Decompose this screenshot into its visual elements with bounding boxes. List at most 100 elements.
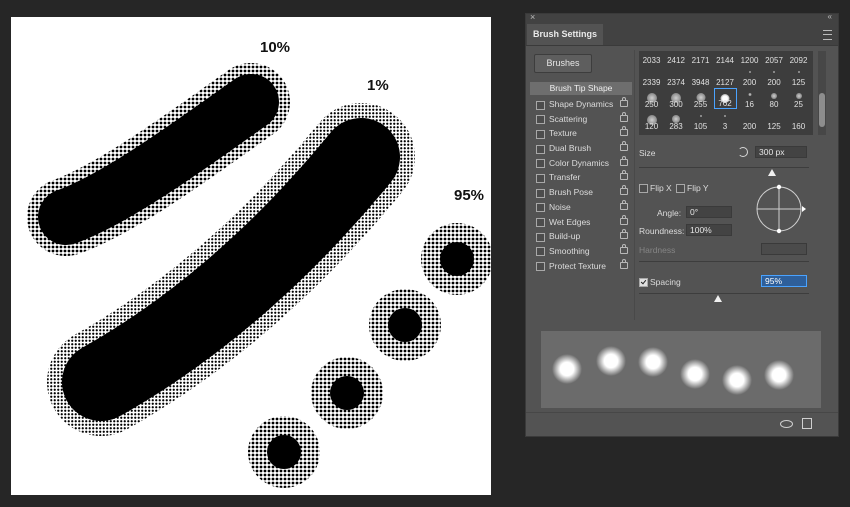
- hamburger-menu-icon[interactable]: [823, 30, 832, 40]
- option-dual-brush[interactable]: Dual Brush: [530, 141, 632, 156]
- size-slider-handle[interactable]: [768, 169, 776, 176]
- option-smoothing[interactable]: Smoothing: [530, 243, 632, 259]
- lock-icon[interactable]: [620, 126, 628, 137]
- option-label: Build-up: [549, 231, 581, 242]
- toggle-live-tip-preview-icon[interactable]: [780, 420, 793, 428]
- option-scattering[interactable]: Scattering: [530, 111, 632, 127]
- size-slider-track[interactable]: [639, 167, 809, 168]
- brush-preset[interactable]: 250: [640, 88, 663, 109]
- brush-preset[interactable]: 2339: [640, 66, 663, 87]
- brush-preset[interactable]: 125: [787, 66, 810, 87]
- option-checkbox[interactable]: [536, 247, 545, 257]
- brush-preset-grid[interactable]: 2033 2412 2171 2144 1200 2057 2092 2339 2374 3948…: [639, 51, 813, 135]
- tab-brush-settings[interactable]: Brush Settings: [527, 24, 604, 45]
- brush-preset[interactable]: 762: [713, 88, 737, 109]
- brush-preset[interactable]: 2412: [665, 51, 688, 65]
- option-checkbox[interactable]: [536, 232, 545, 242]
- document-canvas[interactable]: 10% 1% 95%: [11, 17, 491, 495]
- brush-preset[interactable]: 1200: [738, 51, 761, 65]
- panel-tab-row: Brush Settings: [526, 24, 838, 46]
- brush-preset[interactable]: 2092: [787, 51, 810, 65]
- brush-preset[interactable]: 255: [689, 88, 712, 109]
- brush-preset[interactable]: 2171: [689, 51, 712, 65]
- lock-icon[interactable]: [620, 214, 628, 225]
- scrollbar-thumb[interactable]: [819, 93, 825, 127]
- brush-stroke-preview: [541, 331, 821, 408]
- option-noise[interactable]: Noise: [530, 199, 632, 215]
- brush-preset[interactable]: 200: [738, 66, 761, 87]
- brush-preset[interactable]: 300: [665, 88, 688, 109]
- brush-preset[interactable]: 80: [763, 88, 786, 109]
- spacing-slider-handle[interactable]: [714, 295, 722, 302]
- brush-preset-size: 3: [722, 121, 728, 131]
- lock-icon[interactable]: [620, 111, 628, 122]
- lock-icon[interactable]: [620, 258, 628, 269]
- brush-preset[interactable]: 2374: [665, 66, 688, 87]
- option-brush-pose[interactable]: Brush Pose: [530, 185, 632, 200]
- brush-preset[interactable]: 283: [665, 110, 688, 131]
- option-checkbox[interactable]: [536, 129, 545, 139]
- roundness-field[interactable]: 100%: [686, 224, 732, 236]
- angle-field[interactable]: 0°: [686, 206, 732, 218]
- brush-preset[interactable]: 200: [763, 66, 786, 87]
- option-build-up[interactable]: Build-up: [530, 229, 632, 244]
- angle-roundness-widget[interactable]: [756, 180, 806, 238]
- spacing-checkbox[interactable]: [639, 278, 648, 287]
- lock-icon[interactable]: [620, 243, 628, 254]
- brush-preset[interactable]: 2144: [714, 51, 737, 65]
- option-checkbox[interactable]: [536, 159, 545, 169]
- brush-preset[interactable]: 16: [738, 88, 761, 109]
- close-icon[interactable]: ×: [530, 12, 535, 22]
- lock-icon[interactable]: [620, 170, 628, 181]
- option-checkbox[interactable]: [536, 173, 545, 183]
- lock-icon[interactable]: [620, 185, 628, 196]
- brush-preset[interactable]: 25: [787, 88, 810, 109]
- option-texture[interactable]: Texture: [530, 126, 632, 141]
- option-label: Shape Dynamics: [549, 99, 614, 109]
- option-wet-edges[interactable]: Wet Edges: [530, 214, 632, 230]
- brush-preset[interactable]: 2127: [714, 66, 737, 87]
- brush-preset[interactable]: 3: [714, 110, 737, 131]
- brush-preset-size: 80: [769, 99, 779, 109]
- reset-size-icon[interactable]: [738, 147, 748, 157]
- lock-icon[interactable]: [620, 229, 628, 240]
- option-checkbox[interactable]: [536, 115, 545, 125]
- flip-y-label: Flip Y: [687, 183, 709, 193]
- brush-preset[interactable]: 105: [689, 110, 712, 131]
- lock-icon[interactable]: [620, 155, 628, 166]
- collapse-icon[interactable]: «: [828, 12, 832, 21]
- size-field[interactable]: 300 px: [755, 146, 807, 158]
- option-checkbox[interactable]: [536, 203, 545, 213]
- brush-preset[interactable]: 200: [738, 110, 761, 131]
- brush-preset-size: 200: [767, 77, 781, 87]
- spacing-slider-track[interactable]: [639, 293, 809, 294]
- lock-icon[interactable]: [620, 141, 628, 152]
- flip-x-checkbox[interactable]: [639, 184, 648, 193]
- brush-preset[interactable]: 120: [640, 110, 663, 131]
- option-transfer[interactable]: Transfer: [530, 170, 632, 185]
- option-brush-tip-shape[interactable]: Brush Tip Shape: [530, 82, 632, 95]
- flip-y-checkbox[interactable]: [676, 184, 685, 193]
- option-shape-dynamics[interactable]: Shape Dynamics: [530, 97, 632, 112]
- brush-preset-size: 762: [718, 98, 732, 108]
- brush-preset[interactable]: 125: [763, 110, 786, 131]
- option-checkbox[interactable]: [536, 262, 545, 272]
- brush-preset[interactable]: 3948: [689, 66, 712, 87]
- brush-preset-size: 283: [669, 121, 683, 131]
- lock-icon[interactable]: [620, 199, 628, 210]
- lock-icon[interactable]: [620, 97, 628, 107]
- brushes-button[interactable]: Brushes: [534, 54, 592, 73]
- option-checkbox[interactable]: [536, 100, 545, 110]
- option-checkbox[interactable]: [536, 144, 545, 154]
- brush-preset[interactable]: 160: [787, 110, 810, 131]
- brush-preset[interactable]: 2057: [763, 51, 786, 65]
- spacing-field[interactable]: 95%: [761, 275, 807, 287]
- create-new-brush-icon[interactable]: [802, 418, 812, 429]
- brush-preset[interactable]: 2033: [640, 51, 663, 65]
- option-color-dynamics[interactable]: Color Dynamics: [530, 155, 632, 171]
- brush-preset-size: 25: [794, 99, 803, 109]
- preset-scrollbar[interactable]: [818, 51, 826, 135]
- option-checkbox[interactable]: [536, 188, 545, 198]
- option-protect-texture[interactable]: Protect Texture: [530, 258, 632, 274]
- option-checkbox[interactable]: [536, 218, 545, 227]
